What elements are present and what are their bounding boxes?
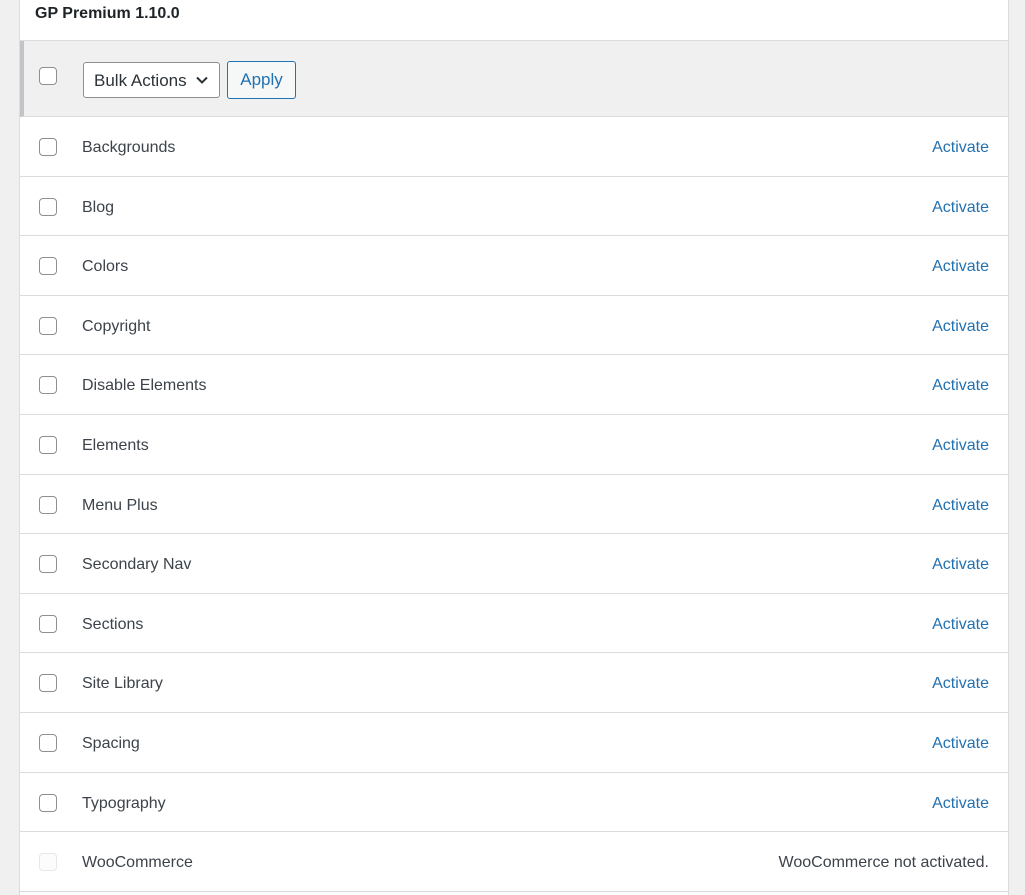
module-name: Spacing xyxy=(82,734,140,752)
activate-link[interactable]: Activate xyxy=(932,556,989,574)
panel-header: GP Premium 1.10.0 xyxy=(20,0,1008,41)
activate-link[interactable]: Activate xyxy=(932,497,989,515)
activate-link[interactable]: Activate xyxy=(932,318,989,336)
module-checkbox[interactable] xyxy=(39,197,57,216)
module-row-woocommerce: WooCommerce WooCommerce not activated. xyxy=(20,832,1008,892)
bulk-actions-bar: Bulk Actions Apply xyxy=(20,41,1008,117)
module-checkbox[interactable] xyxy=(39,435,57,454)
bulk-actions-select[interactable]: Bulk Actions xyxy=(83,62,220,98)
module-row-colors: Colors Activate xyxy=(20,236,1008,296)
module-row-elements: Elements Activate xyxy=(20,414,1008,475)
module-name: Blog xyxy=(82,198,115,216)
module-name: WooCommerce xyxy=(82,854,193,872)
module-name: Colors xyxy=(82,258,129,276)
activate-link[interactable]: Activate xyxy=(932,795,989,813)
modules-panel: GP Premium 1.10.0 Bulk Actions Apply Bac… xyxy=(19,0,1009,895)
module-checkbox[interactable] xyxy=(39,674,57,693)
module-row-typography: Typography Activate xyxy=(20,772,1008,833)
module-checkbox[interactable] xyxy=(39,793,57,812)
module-checkbox[interactable] xyxy=(39,733,57,752)
module-row-sections: Sections Activate xyxy=(20,593,1008,654)
module-checkbox[interactable] xyxy=(39,257,57,276)
module-checkbox[interactable] xyxy=(39,138,57,156)
module-name: Sections xyxy=(82,615,144,633)
module-row-spacing: Spacing Activate xyxy=(20,712,1008,773)
bulk-actions-label: Bulk Actions xyxy=(94,71,187,90)
module-row-disable-elements: Disable Elements Activate xyxy=(20,355,1008,415)
module-row-site-library: Site Library Activate xyxy=(20,653,1008,713)
activate-link[interactable]: Activate xyxy=(932,139,989,157)
module-row-blog: Blog Activate xyxy=(20,176,1008,237)
activate-link[interactable]: Activate xyxy=(932,437,989,455)
module-checkbox[interactable] xyxy=(39,614,57,633)
activate-link[interactable]: Activate xyxy=(932,616,989,634)
module-name: Menu Plus xyxy=(82,496,158,514)
select-all-checkbox[interactable] xyxy=(39,67,57,85)
module-status-text: WooCommerce not activated. xyxy=(778,854,989,872)
module-checkbox[interactable] xyxy=(39,555,57,574)
activate-link[interactable]: Activate xyxy=(932,258,989,276)
module-row-backgrounds: Backgrounds Activate xyxy=(20,117,1008,177)
apply-button[interactable]: Apply xyxy=(227,61,296,99)
module-name: Typography xyxy=(82,794,166,812)
activate-link[interactable]: Activate xyxy=(932,675,989,693)
module-name: Elements xyxy=(82,436,149,454)
modules-list: Backgrounds Activate Blog Activate Color… xyxy=(20,117,1008,892)
module-name: Backgrounds xyxy=(82,139,176,156)
page-title: GP Premium 1.10.0 xyxy=(35,5,180,22)
module-name: Secondary Nav xyxy=(82,556,192,574)
activate-link[interactable]: Activate xyxy=(932,199,989,217)
module-row-secondary-nav: Secondary Nav Activate xyxy=(20,534,1008,594)
module-checkbox[interactable] xyxy=(39,376,57,395)
module-row-copyright: Copyright Activate xyxy=(20,295,1008,356)
chevron-down-icon xyxy=(196,76,208,84)
module-checkbox[interactable] xyxy=(39,495,57,514)
module-checkbox[interactable] xyxy=(39,316,57,335)
module-name: Site Library xyxy=(82,675,163,693)
module-row-menu-plus: Menu Plus Activate xyxy=(20,474,1008,535)
module-name: Disable Elements xyxy=(82,377,207,395)
activate-link[interactable]: Activate xyxy=(932,377,989,395)
activate-link[interactable]: Activate xyxy=(932,735,989,753)
module-name: Copyright xyxy=(82,317,151,335)
module-checkbox-disabled xyxy=(39,853,57,872)
